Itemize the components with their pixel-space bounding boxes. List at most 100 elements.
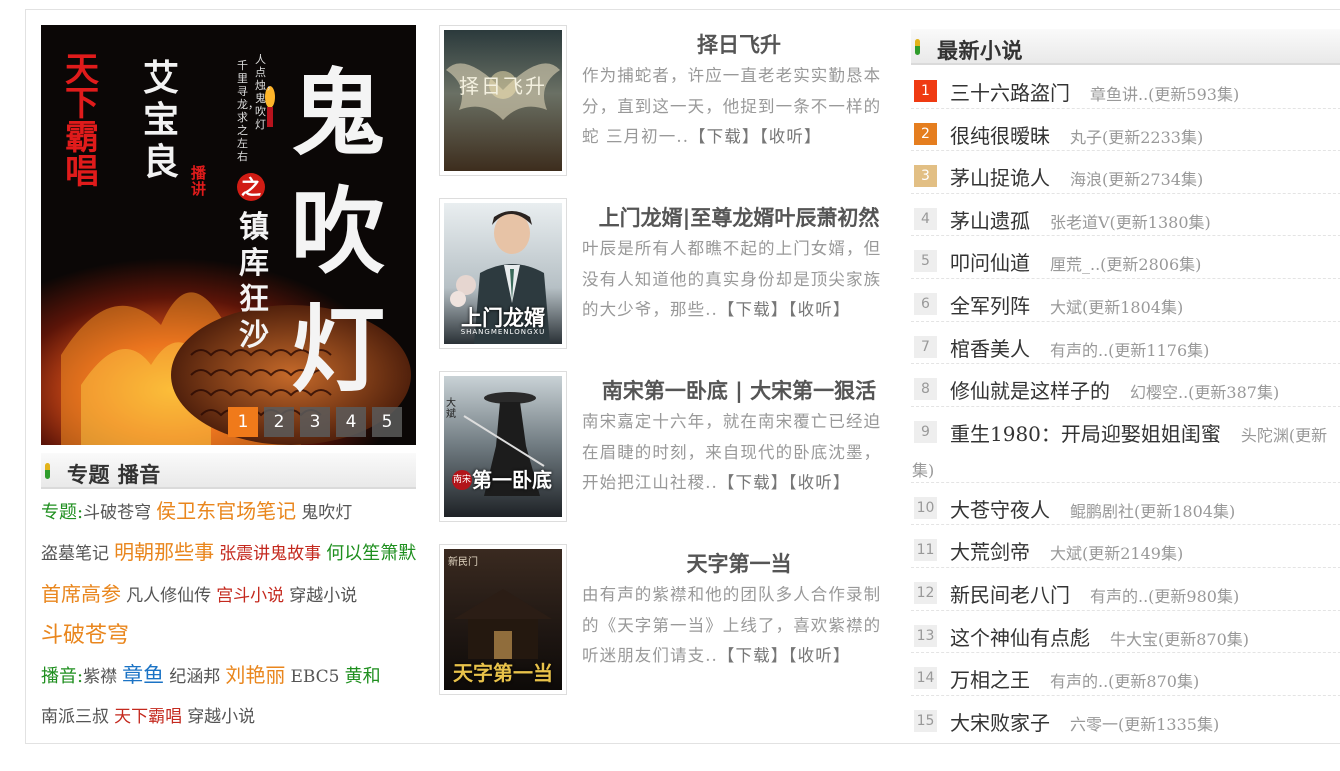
- list-item[interactable]: 6 全军列阵 大斌(更新1804集): [911, 279, 1340, 322]
- topic-link[interactable]: 张震讲鬼故事: [219, 544, 321, 564]
- broadcaster-link[interactable]: 刘艳丽: [225, 663, 285, 687]
- leaf-icon: [915, 39, 921, 55]
- pager-page-1[interactable]: 1: [228, 407, 258, 437]
- novel-meta: 有声的..(更新1176集): [1050, 340, 1210, 360]
- novel-meta: 章鱼讲..(更新593集): [1090, 85, 1240, 104]
- broadcaster-link[interactable]: 南派三叔: [41, 707, 109, 727]
- book-cover[interactable]: 上门龙婿 SHANGMENLONGXU: [439, 198, 567, 349]
- pager-page-4[interactable]: 4: [336, 407, 366, 437]
- book-cover[interactable]: 新民门 天字第一当: [439, 544, 567, 695]
- book-cover-image: 新民门 天字第一当: [444, 549, 562, 690]
- list-item[interactable]: 4 茅山遗孤 张老道V(更新1380集): [911, 194, 1340, 237]
- hero-series-title: 鬼吹灯: [291, 59, 386, 405]
- listen-link[interactable]: 【收听】: [788, 646, 850, 665]
- topic-link[interactable]: 首席高参: [41, 582, 121, 606]
- book-cover[interactable]: 大斌 南宋 第一卧底: [439, 371, 567, 522]
- novel-title[interactable]: 全军列阵 大斌(更新1804集): [950, 290, 1183, 319]
- topic-link[interactable]: 何以笙箫默: [326, 543, 416, 564]
- novel-title[interactable]: 叩问仙道 厘荒_..(更新2806集): [950, 247, 1201, 276]
- novel-title[interactable]: 大宋败家子 六零一(更新1335集): [950, 707, 1219, 736]
- pager-page-5[interactable]: 5: [372, 407, 402, 437]
- novel-meta: 有声的..(更新870集): [1050, 672, 1200, 692]
- broadcaster-link[interactable]: EBC5: [290, 667, 339, 687]
- novel-meta: 丸子(更新2233集): [1070, 127, 1204, 147]
- list-item[interactable]: 9 重生1980：开局迎娶姐姐闺蜜 头陀渊(更新 集): [911, 407, 1340, 483]
- hero-tagline-1: 人点烛，鬼吹灯: [255, 53, 277, 131]
- broadcaster-link[interactable]: 穿越小说: [187, 707, 255, 727]
- pager-page-2[interactable]: 2: [264, 407, 294, 437]
- rank-badge: 2: [914, 122, 937, 145]
- broadcaster-link[interactable]: 纪涵邦: [169, 667, 220, 687]
- novel-title[interactable]: 茅山遗孤 张老道V(更新1380集): [950, 205, 1211, 234]
- book-title[interactable]: 天字第一当: [579, 548, 899, 578]
- book-cover-image: 大斌 南宋 第一卧底: [444, 376, 562, 517]
- topic-link[interactable]: 穿越小说: [289, 586, 357, 606]
- listen-link[interactable]: 【收听】: [788, 473, 850, 492]
- broadcaster-link[interactable]: 紫襟: [83, 667, 117, 687]
- listen-link[interactable]: 【收听】: [759, 127, 821, 146]
- broadcaster-link[interactable]: 章鱼: [122, 663, 164, 687]
- broadcaster-link[interactable]: 天下霸唱: [114, 707, 182, 727]
- list-item[interactable]: 15 大宋败家子 六零一(更新1335集): [911, 696, 1340, 739]
- list-item[interactable]: 8 修仙就是这样子的 幻樱空..(更新387集): [911, 364, 1340, 407]
- topic-link[interactable]: 凡人修仙传: [126, 586, 211, 606]
- hero-banner[interactable]: 天下霸唱 艾宝良 播讲 人点烛，鬼吹灯 千里寻龙，求之左右 鬼吹灯 之 镇库狂沙…: [41, 25, 416, 445]
- rank-badge: 6: [914, 292, 937, 315]
- latest-novel-list: 1 三十六路盗门 章鱼讲..(更新593集) 2 很纯很暧昧 丸子(更新2233集) 3…: [911, 66, 1340, 738]
- topic-link[interactable]: 鬼吹灯: [301, 503, 352, 523]
- rank-badge: 10: [914, 496, 937, 519]
- novel-title[interactable]: 大荒剑帝 大斌(更新2149集): [950, 536, 1183, 565]
- topic-link[interactable]: 宫斗小说: [216, 586, 284, 606]
- novel-title[interactable]: 新民间老八门 有声的..(更新980集): [950, 579, 1239, 608]
- pager-page-3[interactable]: 3: [300, 407, 330, 437]
- cover-subtitle: SHANGMENLONGXU: [460, 328, 546, 336]
- list-item[interactable]: 12 新民间老八门 有声的..(更新980集): [911, 568, 1340, 611]
- novel-title[interactable]: 茅山捉诡人 海浪(更新2734集): [950, 162, 1203, 191]
- topic-link[interactable]: 盗墓笔记: [41, 544, 109, 564]
- cover-title: 择日飞升: [459, 74, 547, 98]
- novel-title[interactable]: 这个神仙有点彪 牛大宝(更新870集): [950, 622, 1249, 651]
- novel-meta: 六零一(更新1335集): [1070, 714, 1220, 734]
- novel-title[interactable]: 很纯很暧昧 丸子(更新2233集): [950, 120, 1203, 149]
- book-title[interactable]: 南宋第一卧底 | 大宋第一狠活: [579, 375, 899, 405]
- list-item[interactable]: 10 大苍守夜人 鲲鹏剧社(更新1804集): [911, 483, 1340, 526]
- list-item[interactable]: 7 棺香美人 有声的..(更新1176集): [911, 322, 1340, 365]
- novel-title[interactable]: 万相之王 有声的..(更新870集): [950, 664, 1199, 693]
- list-item[interactable]: 11 大荒剑帝 大斌(更新2149集): [911, 525, 1340, 568]
- download-link[interactable]: 【下载】: [718, 473, 788, 492]
- download-link[interactable]: 【下载】: [718, 646, 788, 665]
- rank-badge: 7: [914, 335, 937, 358]
- rank-badge: 8: [914, 378, 937, 401]
- list-item[interactable]: 1 三十六路盗门 章鱼讲..(更新593集): [911, 66, 1340, 109]
- list-item[interactable]: 2 很纯很暧昧 丸子(更新2233集): [911, 109, 1340, 152]
- topics-tag-cloud: 专题:斗破苍穹 侯卫东官场笔记 鬼吹灯 盗墓笔记 明朝那些事 张震讲鬼故事 何以…: [41, 492, 417, 738]
- listen-link[interactable]: 【收听】: [788, 300, 850, 319]
- book-title[interactable]: 上门龙婿|至尊龙婿叶辰萧初然: [579, 202, 899, 232]
- hero-tagline-2: 千里寻龙，求之左右: [237, 59, 259, 163]
- list-item[interactable]: 14 万相之王 有声的..(更新870集): [911, 653, 1340, 696]
- rank-badge: 14: [914, 667, 937, 690]
- novel-title[interactable]: 重生1980：开局迎娶姐姐闺蜜 头陀渊(更新: [950, 418, 1327, 447]
- list-item[interactable]: 3 茅山捉诡人 海浪(更新2734集): [911, 151, 1340, 194]
- topic-link[interactable]: 明朝那些事: [114, 540, 214, 564]
- broadcaster-link[interactable]: 黄和: [345, 666, 381, 687]
- book-title[interactable]: 择日飞升: [579, 29, 899, 59]
- book-cover-image: 上门龙婿 SHANGMENLONGXU: [444, 203, 562, 344]
- novel-title[interactable]: 棺香美人 有声的..(更新1176集): [950, 333, 1209, 362]
- download-link[interactable]: 【下载】: [689, 127, 759, 146]
- novel-meta: 牛大宝(更新870集): [1110, 629, 1250, 649]
- rank-badge: 1: [914, 80, 937, 102]
- topic-link[interactable]: 斗破苍穹: [41, 623, 129, 648]
- list-item[interactable]: 5 叩问仙道 厘荒_..(更新2806集): [911, 236, 1340, 279]
- topics-header: 专题 播音: [41, 453, 416, 489]
- download-link[interactable]: 【下载】: [718, 300, 788, 319]
- novel-title[interactable]: 三十六路盗门 章鱼讲..(更新593集): [950, 77, 1239, 106]
- wings-art: [446, 63, 560, 120]
- list-item[interactable]: 13 这个神仙有点彪 牛大宝(更新870集): [911, 611, 1340, 654]
- topic-link[interactable]: 斗破苍穹: [83, 503, 151, 523]
- hero-pager: 1 2 3 4 5: [228, 407, 402, 437]
- novel-title[interactable]: 大苍守夜人 鲲鹏剧社(更新1804集): [950, 494, 1235, 523]
- book-cover[interactable]: 择日飞升: [439, 25, 567, 176]
- topic-link[interactable]: 侯卫东官场笔记: [156, 499, 296, 523]
- novel-title[interactable]: 修仙就是这样子的 幻樱空..(更新387集): [950, 375, 1279, 404]
